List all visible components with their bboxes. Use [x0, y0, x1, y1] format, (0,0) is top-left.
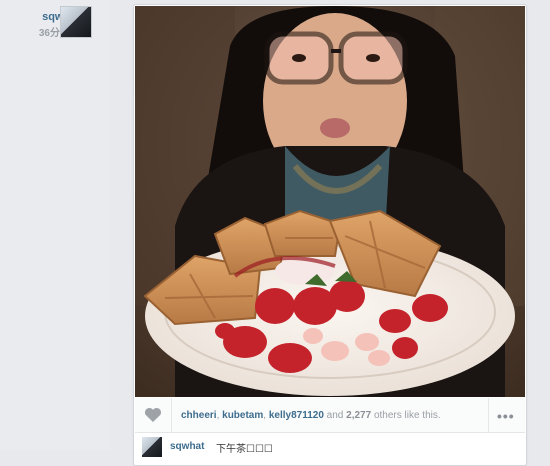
more-options-button[interactable]: ••• [488, 398, 525, 432]
like-button[interactable] [135, 398, 172, 432]
heart-icon [144, 407, 162, 422]
liker-link[interactable]: chheeri [181, 410, 217, 421]
others-count[interactable]: 2,277 [346, 410, 371, 421]
liker-link[interactable]: kelly871120 [269, 410, 324, 421]
others-suffix: others like this. [371, 410, 441, 421]
author-avatar[interactable] [60, 6, 92, 38]
liker-link[interactable]: kubetam [222, 410, 263, 421]
photo-illustration [135, 6, 525, 397]
comment-text: 下午茶☐☐☐ [216, 444, 273, 455]
post-card: chheeri, kubetam, kelly871120 and 2,277 … [133, 4, 527, 466]
likers-text: chheeri, kubetam, kelly871120 and 2,277 … [181, 410, 481, 421]
more-options-icon: ••• [497, 408, 515, 424]
left-column: sqwhat 36分钟前 [0, 0, 110, 450]
conjunction-text: and [323, 410, 347, 421]
post-author: sqwhat 36分钟前 [0, 6, 110, 42]
commenter-avatar[interactable] [142, 437, 162, 457]
likes-bar: chheeri, kubetam, kelly871120 and 2,277 … [135, 398, 525, 433]
commenter-username[interactable]: sqwhat [170, 441, 204, 452]
comment-row: sqwhat 下午茶☐☐☐ [142, 437, 522, 457]
post-photo[interactable] [135, 6, 525, 397]
